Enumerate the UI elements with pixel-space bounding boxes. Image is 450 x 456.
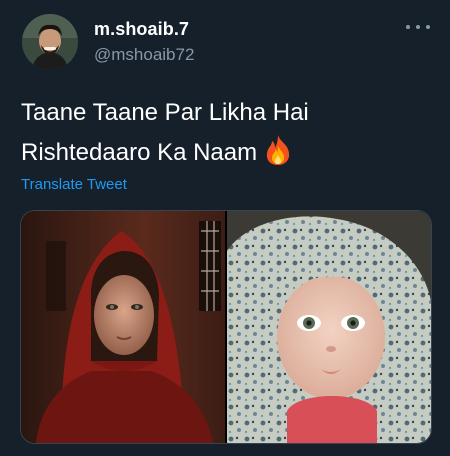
tweet-text-line-2-text: Rishtedaaro Ka Naam — [21, 139, 258, 166]
more-horizontal-icon[interactable] — [406, 20, 430, 34]
tweet-text-line-2: Rishtedaaro Ka Naam — [21, 134, 293, 175]
tweet-card: m.shoaib.7 @mshoaib72 Taane Taane Par Li… — [0, 0, 450, 456]
photo-child-headscarf[interactable] — [227, 211, 431, 443]
avatar-image — [22, 14, 78, 70]
avatar[interactable] — [22, 14, 78, 70]
display-name[interactable]: m.shoaib.7 — [94, 19, 189, 40]
user-handle[interactable]: @mshoaib72 — [94, 45, 194, 65]
tweet-text-line-1: Taane Taane Par Likha Hai — [21, 99, 309, 126]
photo-girl-red-scarf[interactable] — [21, 211, 225, 443]
tweet-media-grid — [20, 210, 432, 444]
fire-emoji-icon — [263, 134, 293, 175]
translate-tweet-link[interactable]: Translate Tweet — [21, 176, 127, 193]
